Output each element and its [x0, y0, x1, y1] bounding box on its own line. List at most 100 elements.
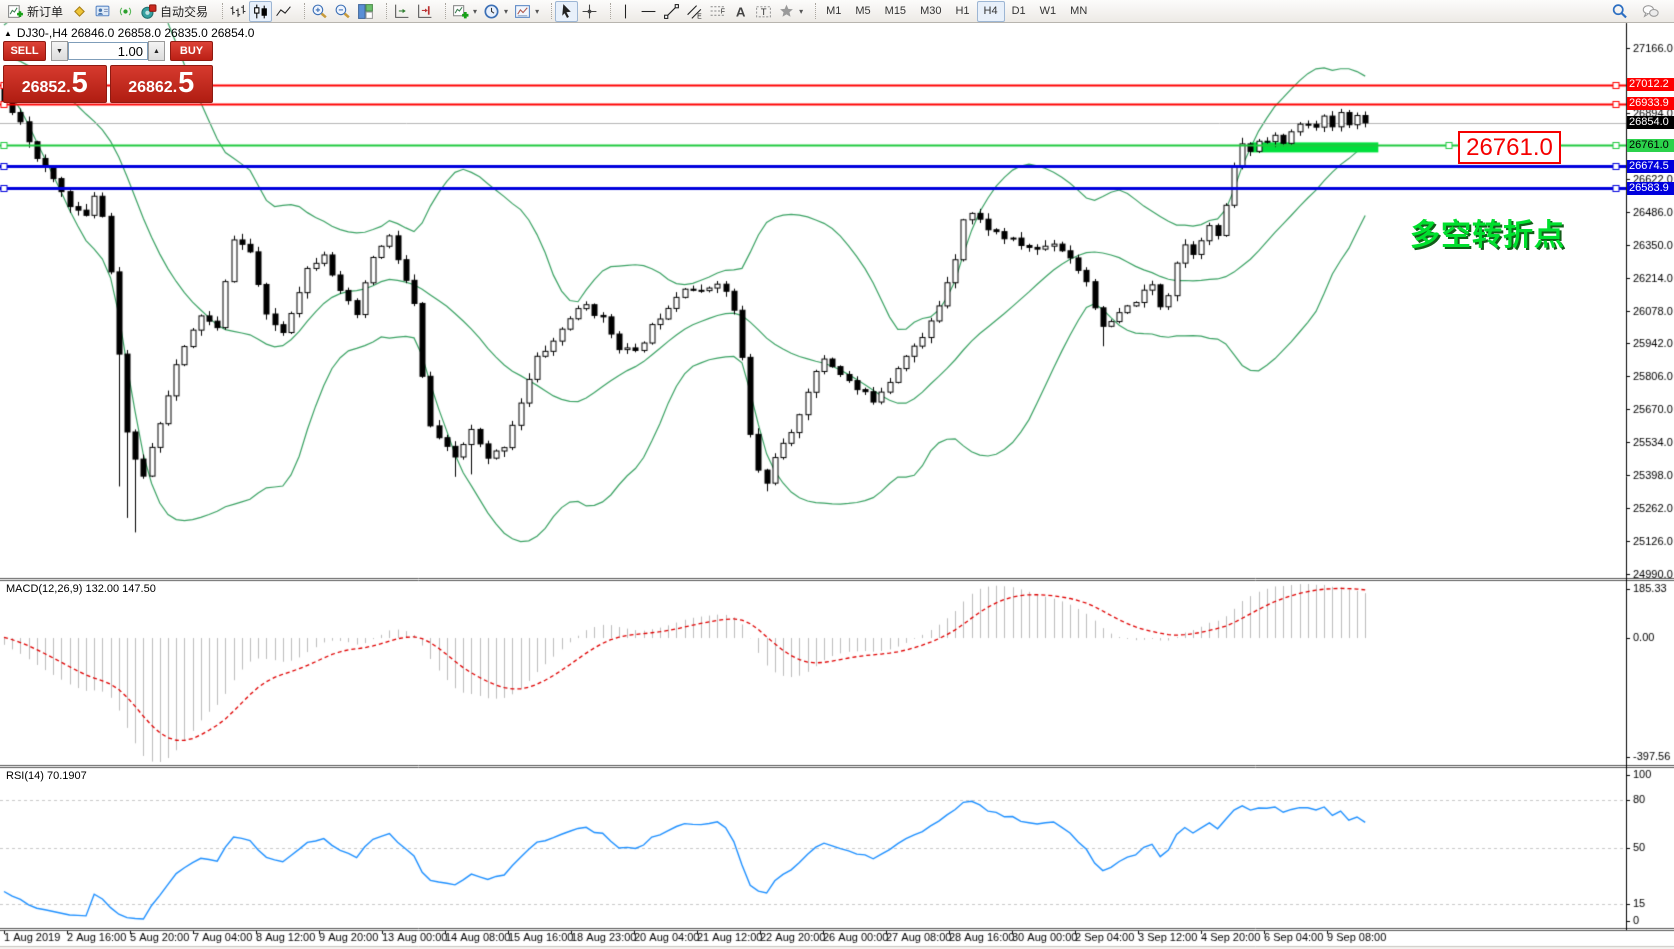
buy-price-big-digit: 5: [178, 66, 194, 100]
main-toolbar: 新订单 自动交易 ▾ ▾ ▾ E FA T ▾ M1M5 M15 M30 H1 H4 D1 W1 MN: [0, 0, 1674, 23]
rsi-indicator-label: RSI(14) 70.1907: [6, 770, 87, 782]
auto-scroll-button[interactable]: [390, 1, 413, 22]
autotrade-icon: [140, 3, 157, 20]
zoom-in-icon: [311, 3, 328, 20]
timeframe-d1-label: D1: [1008, 5, 1030, 17]
volume-increase-button[interactable]: ▲: [148, 41, 165, 61]
line-chart-button[interactable]: [272, 1, 295, 22]
new-order-button[interactable]: 新订单: [4, 1, 68, 22]
channel-button[interactable]: E: [683, 1, 706, 22]
toolbar-separator: [602, 3, 611, 19]
channel-icon: E: [686, 3, 703, 20]
buy-price-main: 26862.: [128, 71, 177, 105]
toolbar-separator: [437, 3, 446, 19]
terminal-window: 新订单 自动交易 ▾ ▾ ▾ E FA T ▾ M1M5 M15 M30 H1 H4 D1 W1 MN ▲ DJ…: [0, 0, 1674, 949]
dropdown-arrow-icon[interactable]: ▾: [799, 7, 803, 16]
clock-icon: [483, 3, 500, 20]
timeframe-mn-label: MN: [1066, 5, 1091, 17]
timeframe-mn[interactable]: MN: [1063, 1, 1094, 22]
vline-button[interactable]: [614, 1, 637, 22]
timeframe-w1-label: W1: [1036, 5, 1061, 17]
autotrading-button[interactable]: 自动交易: [137, 1, 213, 22]
autotrading-button-label: 自动交易: [160, 3, 210, 20]
symbol-ohlc-text: DJ30-,H4 26846.0 26858.0 26835.0 26854.0: [17, 26, 255, 40]
add-indicator-icon: [452, 3, 469, 20]
sell-price[interactable]: 26852.5: [3, 65, 107, 103]
trendline-button[interactable]: [660, 1, 683, 22]
shapes-button[interactable]: ▾: [775, 1, 806, 22]
fibo-button[interactable]: F: [706, 1, 729, 22]
timeframe-m5[interactable]: M5: [848, 1, 877, 22]
timeframe-d1[interactable]: D1: [1005, 1, 1033, 22]
volume-input[interactable]: [68, 42, 148, 60]
toolbar-right-group: [1608, 1, 1670, 22]
volume-stepper: ▼ ▲: [51, 41, 165, 61]
text-a-icon: A: [732, 3, 749, 20]
svg-text:F: F: [721, 8, 725, 15]
zoom-out-icon: [334, 3, 351, 20]
templates-button[interactable]: ▾: [511, 1, 542, 22]
market-watch-button[interactable]: [91, 1, 114, 22]
periods-button[interactable]: ▾: [480, 1, 511, 22]
crosshair-button[interactable]: [578, 1, 601, 22]
gold-diamond-icon: [71, 3, 88, 20]
label-button[interactable]: T: [752, 1, 775, 22]
cursor-button[interactable]: [555, 1, 578, 22]
zoom-out-button[interactable]: [331, 1, 354, 22]
buy-price[interactable]: 26862.5: [110, 65, 214, 103]
autoscroll-icon: [393, 3, 410, 20]
tile-windows-button[interactable]: [354, 1, 377, 22]
timeframe-h4-label: H4: [980, 5, 1002, 17]
timeframe-m30[interactable]: M30: [913, 1, 948, 22]
sell-button[interactable]: SELL: [3, 41, 46, 61]
cursor-icon: [558, 3, 575, 20]
timeframe-m15[interactable]: M15: [878, 1, 913, 22]
bars-icon: [229, 3, 246, 20]
price-level-annotation-box[interactable]: 26761.0: [1458, 131, 1561, 164]
price-badge: 26854.0: [1627, 116, 1674, 129]
bar-chart-button[interactable]: [226, 1, 249, 22]
toolbar-separator: [543, 3, 552, 19]
volume-decrease-button[interactable]: ▼: [51, 41, 68, 61]
text-button[interactable]: A: [729, 1, 752, 22]
collapse-panel-icon[interactable]: ▲: [4, 29, 12, 38]
dropdown-arrow-icon[interactable]: ▾: [473, 7, 477, 16]
signal-button[interactable]: [114, 1, 137, 22]
chart-shift-button[interactable]: [413, 1, 436, 22]
price-badge: 26933.9: [1627, 97, 1674, 110]
timeframe-h1[interactable]: H1: [948, 1, 976, 22]
candles-icon: [252, 3, 269, 20]
timeframe-m30-label: M30: [916, 5, 945, 17]
trendline-icon: [663, 3, 680, 20]
toolbar-separator: [378, 3, 387, 19]
tiles-icon: [357, 3, 374, 20]
chat-button[interactable]: [1639, 1, 1662, 22]
indicators-button[interactable]: ▾: [449, 1, 480, 22]
quotes-button[interactable]: [68, 1, 91, 22]
zoom-in-button[interactable]: [308, 1, 331, 22]
toolbar-separator: [214, 3, 223, 19]
search-button[interactable]: [1608, 1, 1631, 22]
svg-text:T: T: [761, 7, 767, 18]
timeframe-m15-label: M15: [881, 5, 910, 17]
timeframe-h4[interactable]: H4: [977, 1, 1005, 22]
dropdown-arrow-icon[interactable]: ▾: [504, 7, 508, 16]
shapes-icon: [778, 3, 795, 20]
timeframe-w1[interactable]: W1: [1033, 1, 1064, 22]
hline-button[interactable]: [637, 1, 660, 22]
timeframe-h1-label: H1: [951, 5, 973, 17]
search-icon: [1611, 3, 1628, 20]
buy-button[interactable]: BUY: [170, 41, 213, 61]
price-chart-canvas[interactable]: [0, 0, 1674, 949]
dropdown-arrow-icon[interactable]: ▾: [535, 7, 539, 16]
one-click-trading-panel: SELL ▼ ▲ BUY 26852.5 26862.5: [3, 41, 213, 103]
turning-point-note[interactable]: 多空转折点: [1410, 210, 1565, 254]
line-icon: [275, 3, 292, 20]
candle-chart-button[interactable]: [249, 1, 272, 22]
signal-icon: [117, 3, 134, 20]
toolbar-separator: [807, 3, 816, 19]
hline-icon: [640, 3, 657, 20]
price-badge: 26674.5: [1627, 160, 1674, 173]
timeframe-m1[interactable]: M1: [819, 1, 848, 22]
macd-indicator-label: MACD(12,26,9) 132.00 147.50: [6, 583, 156, 595]
